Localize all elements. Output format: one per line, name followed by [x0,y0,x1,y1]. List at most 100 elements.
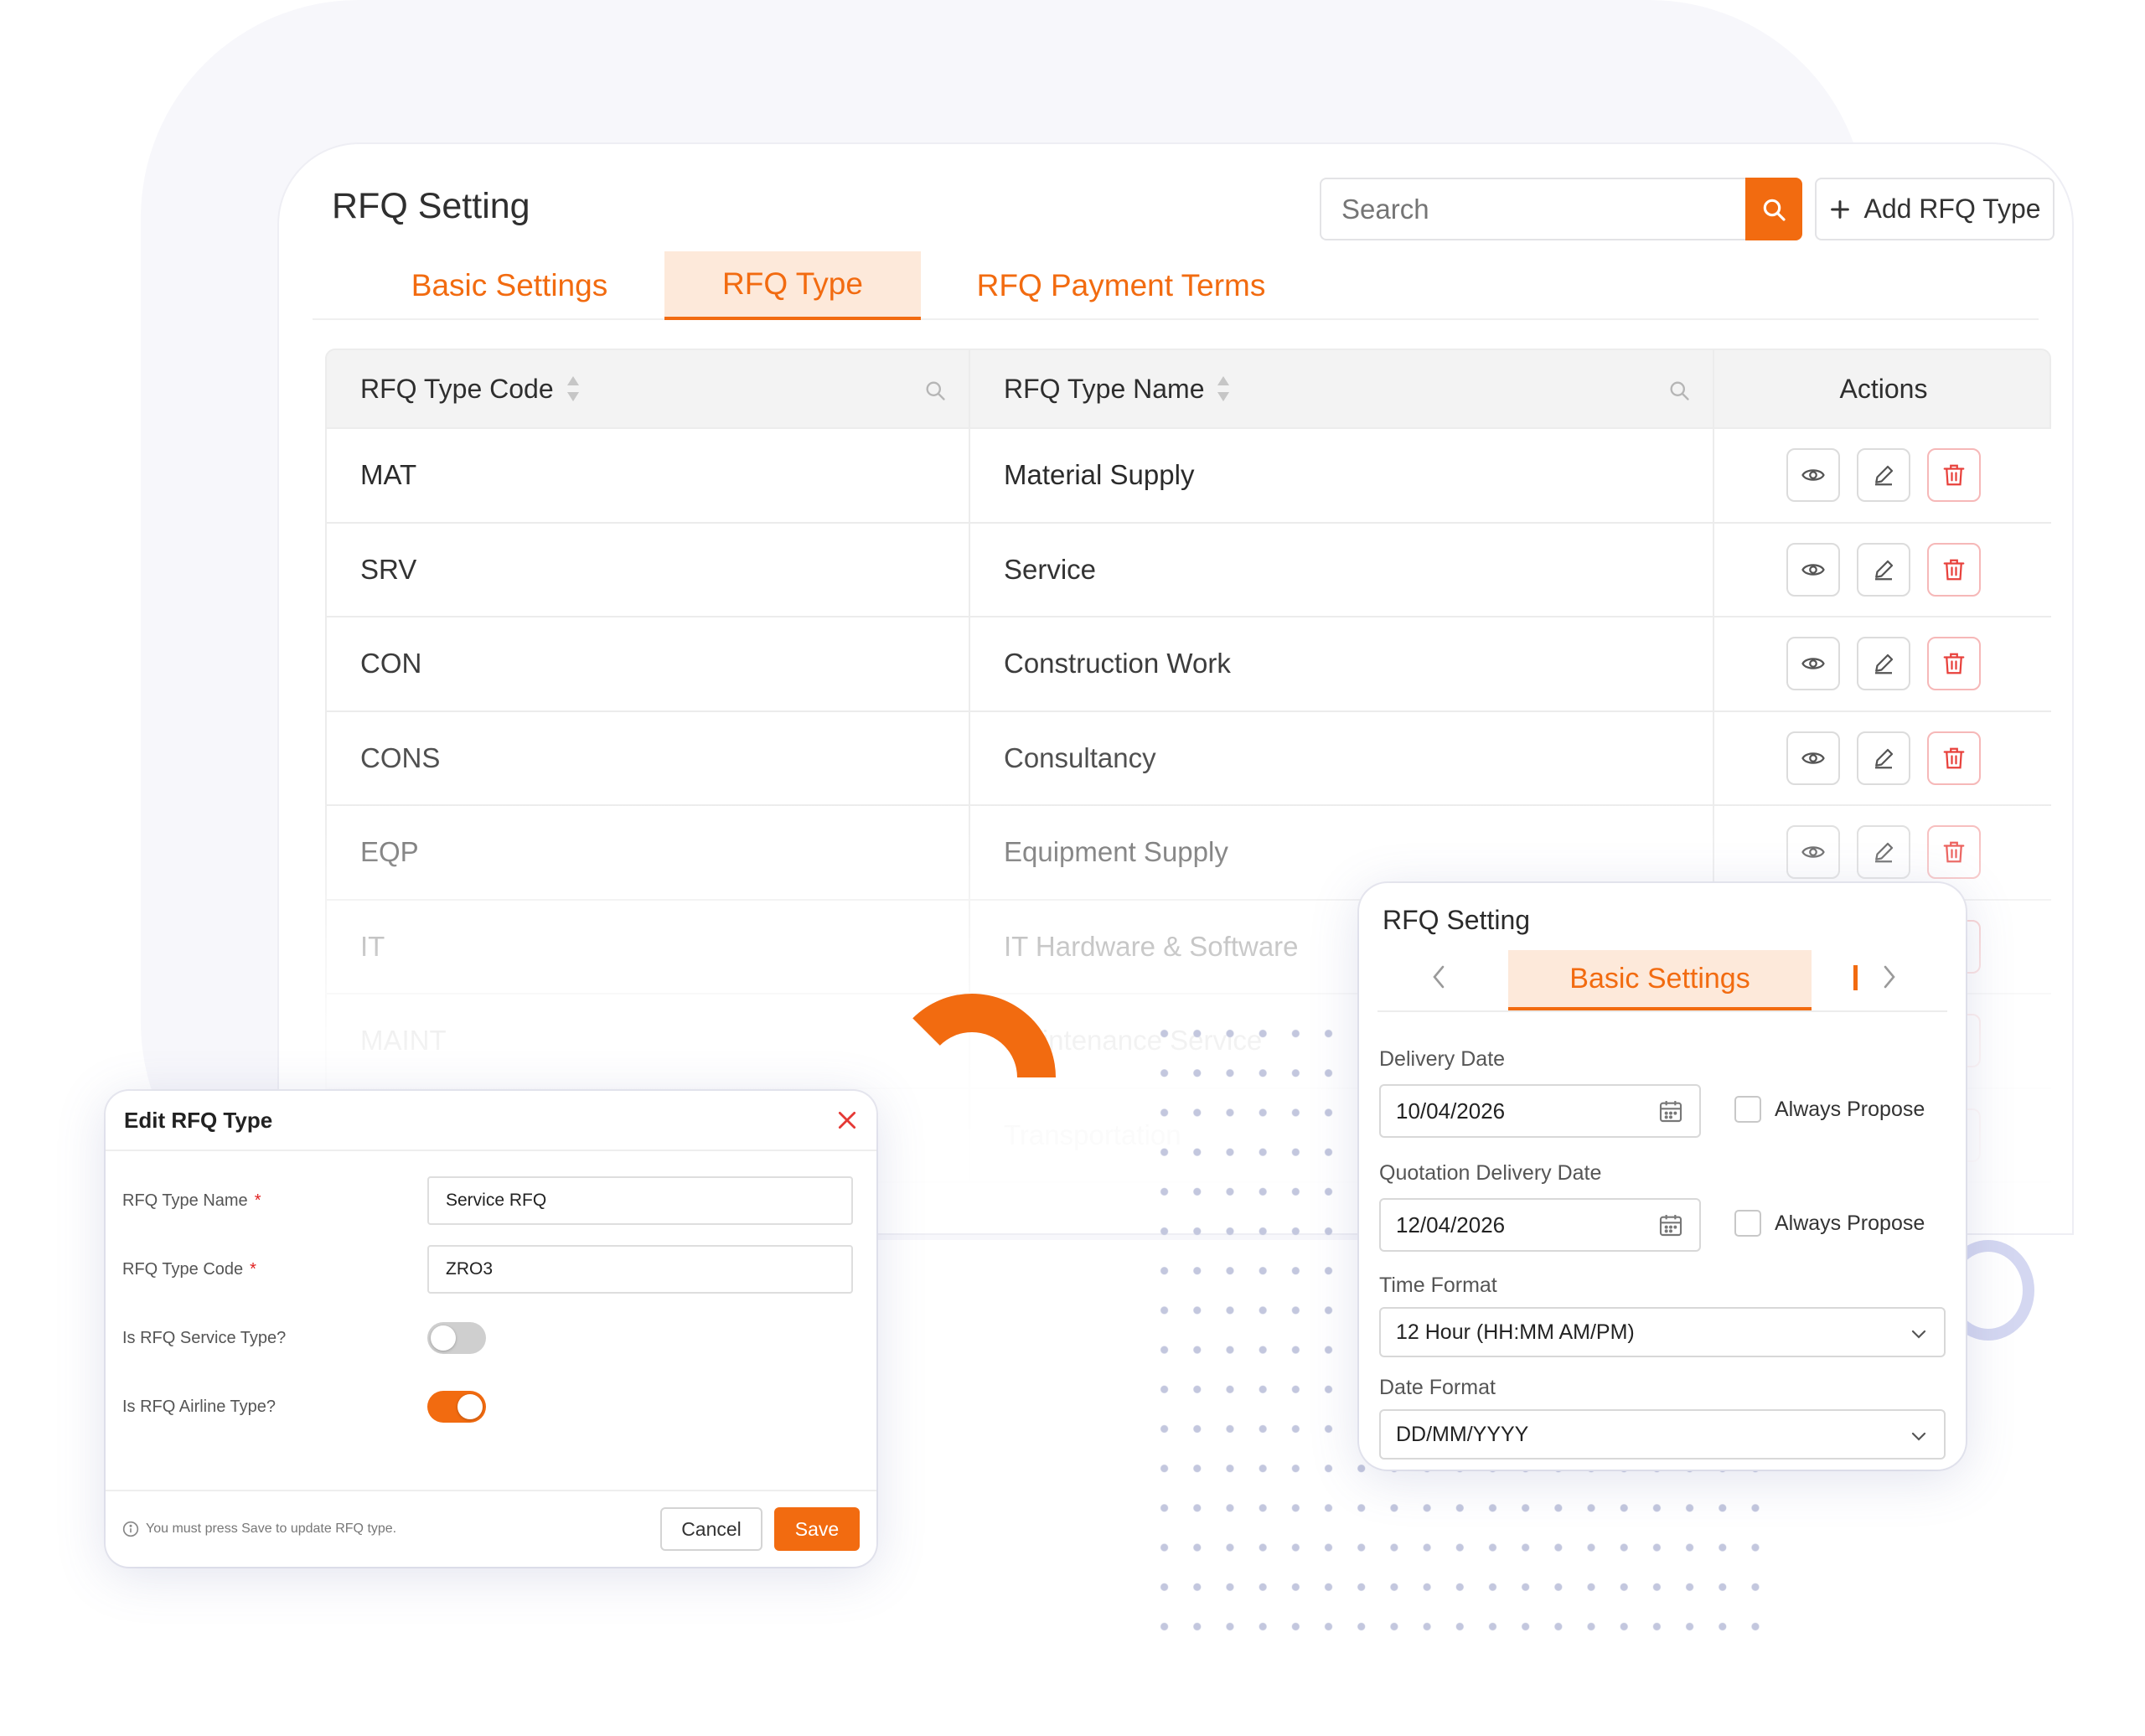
edit-button[interactable] [1857,448,1910,503]
checkbox[interactable] [1734,1210,1761,1237]
airline-type-toggle[interactable] [427,1391,486,1423]
row-actions [1714,429,2053,522]
add-rfq-type-button[interactable]: Add RFQ Type [1815,178,2055,240]
edit-button[interactable] [1857,825,1910,880]
calendar-icon[interactable] [1657,1212,1684,1238]
cell-type-name: Construction Work [1004,648,1231,679]
cell-type-code: MAT [360,459,417,491]
checkbox[interactable] [1734,1096,1761,1123]
edit-button[interactable] [1857,542,1910,597]
form-row-type-code: RFQ Type Code * [122,1243,860,1295]
row-actions [1714,712,2053,805]
service-type-toggle[interactable] [427,1322,486,1354]
type-code-input[interactable] [427,1245,853,1294]
delete-button[interactable] [1927,637,1981,691]
quotation-date-label: Quotation Delivery Date [1379,1161,1602,1185]
view-button[interactable] [1786,542,1840,597]
chevron-down-icon [1911,1330,1926,1339]
table-header: RFQ Type Code RFQ Type Name Actions [325,349,2051,429]
cell-type-name: Consultancy [1004,741,1156,773]
page-title: RFQ Setting [332,186,530,226]
sort-icon[interactable] [1216,375,1231,403]
search-icon [1763,199,1786,221]
chevron-right-icon[interactable] [1879,962,1899,992]
row-actions [1714,524,2053,617]
cell-type-code: CONS [360,741,441,773]
modal-footer: You must press Save to update RFQ type. … [106,1490,876,1567]
eye-icon [1801,846,1825,858]
tab-basic-settings[interactable]: Basic Settings [1508,950,1812,1010]
table-row: SRV Service [325,523,2053,617]
view-button[interactable] [1786,825,1840,880]
chevron-down-icon [1911,1432,1926,1441]
delete-button[interactable] [1927,731,1981,785]
cell-type-code: MAINT [360,1025,447,1057]
cell-type-name: IT Hardware & Software [1004,930,1299,962]
search-button[interactable] [1745,178,1802,240]
eye-icon [1801,564,1825,576]
search-input[interactable] [1320,178,1755,240]
date-format-label: Date Format [1379,1376,1496,1399]
cancel-button[interactable]: Cancel [660,1507,762,1551]
trash-icon [1943,841,1965,863]
column-search-icon[interactable] [923,379,947,402]
time-format-select[interactable]: 12 Hour (HH:MM AM/PM) [1379,1307,1946,1357]
form-row-type-name: RFQ Type Name * [122,1175,860,1227]
type-code-label: RFQ Type Code [122,1259,244,1279]
cell-type-code: EQP [360,836,419,868]
table-row: CON Construction Work [325,617,2051,712]
form-row-service-type: Is RFQ Service Type? [122,1312,860,1364]
column-search-icon[interactable] [1667,379,1691,402]
delete-button[interactable] [1927,448,1981,503]
delivery-date-input[interactable]: 10/04/2026 [1379,1084,1701,1138]
eye-icon [1801,658,1825,669]
always-propose-delivery[interactable]: Always Propose [1734,1096,1925,1123]
tab-rfq-payment-terms[interactable]: RFQ Payment Terms [966,251,1276,320]
edit-button[interactable] [1857,731,1910,785]
cell-type-code: CON [360,648,422,679]
delete-button[interactable] [1927,542,1981,597]
tab-basic-settings[interactable]: Basic Settings [401,251,618,320]
rfq-settings-panel: RFQ Setting Basic Settings Delivery Date… [1359,883,1966,1470]
delete-button[interactable] [1927,825,1981,880]
trash-icon [1943,464,1965,486]
view-button[interactable] [1786,637,1840,691]
view-button[interactable] [1786,731,1840,785]
next-tab-edge[interactable] [1853,965,1858,990]
pencil-icon [1875,560,1894,581]
cell-type-code: IT [360,930,385,962]
header-rfq-type-code[interactable]: RFQ Type Code [327,350,970,427]
header-actions: Actions [1839,373,1928,404]
footer-note: You must press Save to update RFQ type. [146,1522,397,1536]
edit-button[interactable] [1857,637,1910,691]
plus-icon [1831,199,1850,219]
quotation-date-value: 12/04/2026 [1396,1212,1506,1237]
sort-icon[interactable] [566,375,581,403]
time-format-label: Time Format [1379,1274,1497,1297]
view-button[interactable] [1786,448,1840,503]
panel-tabs: Basic Settings [1377,945,1947,1012]
cell-type-name: Material Supply [1004,459,1195,491]
table-row: CONS Consultancy [325,711,2053,806]
add-rfq-type-label: Add RFQ Type [1863,194,2041,224]
trash-icon [1943,653,1965,674]
save-button[interactable]: Save [774,1507,860,1551]
pencil-icon [1875,466,1894,486]
pencil-icon [1875,654,1894,674]
date-format-select[interactable]: DD/MM/YYYY [1379,1409,1946,1460]
trash-icon [1943,747,1965,769]
calendar-icon[interactable] [1657,1098,1684,1124]
required-mark: * [250,1259,256,1279]
required-mark: * [254,1191,261,1210]
header-rfq-type-name[interactable]: RFQ Type Name [970,350,1714,427]
service-type-label: Is RFQ Service Type? [122,1328,287,1347]
close-icon[interactable] [836,1109,858,1131]
type-name-input[interactable] [427,1176,853,1225]
quotation-date-input[interactable]: 12/04/2026 [1379,1198,1701,1252]
always-propose-quotation[interactable]: Always Propose [1734,1210,1925,1237]
table-row: MAT Material Supply [325,429,2051,524]
type-name-label: RFQ Type Name [122,1191,248,1210]
tab-rfq-type[interactable]: RFQ Type [664,251,921,320]
delivery-date-value: 10/04/2026 [1396,1098,1506,1124]
chevron-left-icon[interactable] [1429,962,1450,992]
